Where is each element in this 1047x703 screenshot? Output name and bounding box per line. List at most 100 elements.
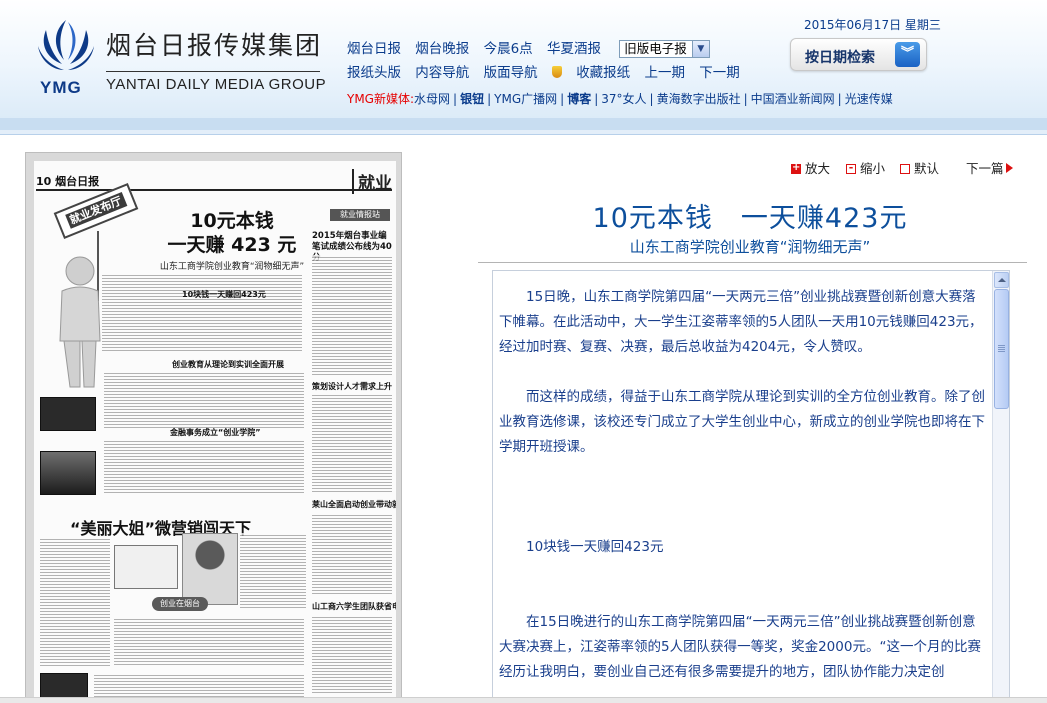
edition-select[interactable]: 旧版电子报 ▼	[619, 40, 710, 58]
ymg-logo[interactable]: YMG 烟台日报传媒集团 YANTAI DAILY MEDIA GROUP	[34, 16, 327, 98]
paper-photo	[40, 397, 96, 431]
paper-side-title: 山工商六学生团队获省电子商务专业竞赛奖	[312, 602, 396, 611]
nav-huaxia-wine[interactable]: 华夏酒报	[547, 41, 601, 57]
media-link-yinniu[interactable]: 银钮	[460, 92, 484, 106]
favorite-badge-icon	[551, 66, 562, 78]
nav-yantai-daily[interactable]: 烟台日报	[347, 41, 401, 57]
divider: |	[487, 92, 492, 106]
divider: |	[743, 92, 748, 106]
nav-yantai-evening[interactable]: 烟台晚报	[415, 41, 469, 57]
nav-layout[interactable]: 版面导航	[484, 65, 538, 81]
article-body-frame[interactable]: 15日晚，山东工商学院第四届“一天两元三倍”创业挑战赛暨创新创意大赛落下帷幕。在…	[492, 270, 1010, 703]
paper-text-block	[312, 255, 392, 375]
article-scrollbar[interactable]	[992, 271, 1009, 703]
grip-icon	[998, 345, 1005, 352]
scroll-thumb[interactable]	[994, 289, 1009, 409]
paper-headline: 10元本钱 一天赚 423 元	[167, 210, 297, 256]
zoom-in-label: 放大	[805, 161, 831, 176]
header-band-line	[0, 134, 1047, 135]
new-media-links: YMG新媒体:水母网 | 银钮 | YMG广播网 | 博客 | 37°女人 | 黄海数字出版社 | 中国…	[347, 90, 893, 107]
paper-quote-box	[114, 545, 178, 589]
article-title: 10元本钱 一天赚423元	[592, 203, 908, 234]
paper-top-rule	[36, 189, 392, 191]
paper-portrait-photo	[182, 533, 238, 605]
ymg-logo-icon	[38, 20, 94, 70]
media-link-shuimu[interactable]: 水母网	[414, 92, 450, 106]
play-arrow-icon	[1005, 163, 1013, 173]
default-size-label: 默认	[914, 161, 940, 176]
paper-small-title: 10块钱一天赚回423元	[182, 290, 266, 299]
default-size-icon	[900, 164, 910, 174]
newspaper-page-image[interactable]: 10 烟台日报 就业 就业发布厅 10元本钱 一天赚 423 元 山东工商学院创…	[34, 161, 396, 701]
divider: |	[837, 92, 842, 106]
paper-side-column-head: 就业情报站	[330, 209, 390, 221]
logo-abbr: YMG	[40, 78, 82, 97]
nav-morning-6[interactable]: 今晨6点	[484, 41, 533, 57]
article-divider	[478, 262, 1027, 263]
logo-text-cn: 烟台日报传媒集团	[106, 31, 323, 60]
header-band	[0, 118, 1047, 130]
divider: |	[649, 92, 654, 106]
paper-text-block	[312, 615, 392, 695]
nav-prev-issue[interactable]: 上一期	[644, 65, 685, 81]
logo-divider	[106, 71, 320, 72]
default-size-button[interactable]: 默认	[900, 158, 939, 177]
paper-small-title: 创业教育从理论到实训全面开展	[172, 360, 284, 369]
paper-column-pill: 创业在烟台	[152, 597, 208, 611]
paper-text-block	[114, 617, 304, 667]
article-subheading: 10块钱一天赚回423元	[526, 539, 664, 555]
nav-front-page[interactable]: 报纸头版	[347, 65, 401, 81]
paper-text-block	[102, 303, 302, 351]
paper-subheadline: 山东工商学院创业教育“润物细无声”	[159, 262, 305, 272]
zoom-in-icon	[791, 162, 801, 174]
chevron-down-icon: ▼	[691, 41, 709, 57]
paper-masthead: 10 烟台日报	[36, 175, 100, 188]
new-media-prefix: YMG新媒体:	[347, 92, 415, 106]
media-link-37-women[interactable]: 37°女人	[601, 92, 646, 106]
paper-side-title: 莱山全面启动创业带动就业实施工程	[312, 500, 396, 509]
double-chevron-down-icon: ︾	[895, 42, 920, 67]
nav-row-papers: 烟台日报 烟台晚报 今晨6点 华夏酒报 旧版电子报 ▼	[347, 37, 710, 58]
window-bottom-edge	[0, 697, 1047, 703]
date-search-button[interactable]: 按日期检索 ︾	[790, 38, 927, 71]
media-link-wine-news[interactable]: 中国酒业新闻网	[751, 92, 835, 106]
media-link-blog[interactable]: 博客	[567, 92, 591, 106]
paper-text-block	[104, 439, 304, 495]
site-header: YMG 烟台日报传媒集团 YANTAI DAILY MEDIA GROUP 烟台…	[0, 0, 1047, 118]
nav-next-issue[interactable]: 下一期	[699, 65, 740, 81]
paper-text-block	[312, 393, 392, 493]
newspaper-page-viewer[interactable]: 10 烟台日报 就业 就业发布厅 10元本钱 一天赚 423 元 山东工商学院创…	[25, 152, 402, 703]
article-subtitle: 山东工商学院创业教育“润物细无声”	[629, 238, 871, 256]
article-paragraph: 15日晚，山东工商学院第四届“一天两元三倍”创业挑战赛暨创新创意大赛落下帷幕。在…	[499, 289, 983, 355]
paper-text-block	[40, 537, 110, 667]
logo-text-en: YANTAI DAILY MEDIA GROUP	[106, 76, 327, 93]
media-link-radio[interactable]: YMG广播网	[494, 92, 557, 106]
zoom-out-label: 缩小	[860, 161, 886, 176]
divider: |	[453, 92, 458, 106]
issue-date: 2015年06月17日 星期三	[804, 18, 941, 32]
scroll-up-button[interactable]	[994, 272, 1009, 288]
article-paragraph: 在15日晚进行的山东工商学院第四届“一天两元三倍”创业挑战赛暨创新创意大赛决赛上…	[499, 614, 981, 680]
next-article-label: 下一篇	[966, 161, 1004, 176]
paper-text-block	[312, 513, 392, 595]
next-article-link[interactable]: 下一篇	[966, 158, 1013, 177]
paper-photo	[40, 451, 96, 495]
zoom-in-button[interactable]: 放大	[791, 158, 830, 177]
paper-side-title: 策划设计人才需求上升	[312, 382, 392, 391]
date-search-label: 按日期检索	[805, 50, 875, 66]
media-link-guangsu[interactable]: 光速传媒	[845, 92, 893, 106]
paper-text-block	[104, 371, 304, 429]
nav-bookmark[interactable]: 收藏报纸	[576, 65, 630, 81]
divider: |	[560, 92, 565, 106]
nav-content[interactable]: 内容导航	[415, 65, 469, 81]
zoom-out-icon	[846, 161, 856, 174]
divider: |	[594, 92, 599, 106]
paper-text-block	[240, 533, 306, 609]
arrow-up-icon	[998, 278, 1006, 282]
paper-small-title: 金融事务成立“创业学院”	[170, 428, 261, 437]
nav-row-tools: 报纸头版 内容导航 版面导航 收藏报纸 上一期 下一期	[347, 61, 750, 81]
edition-select-value: 旧版电子报	[624, 41, 687, 56]
media-link-huanghai[interactable]: 黄海数字出版社	[657, 92, 741, 106]
zoom-out-button[interactable]: 缩小	[846, 158, 885, 177]
article-paragraph: 而这样的成绩，得益于山东工商学院从理论到实训的全方位创业教育。除了创业教育选修课…	[499, 389, 985, 455]
